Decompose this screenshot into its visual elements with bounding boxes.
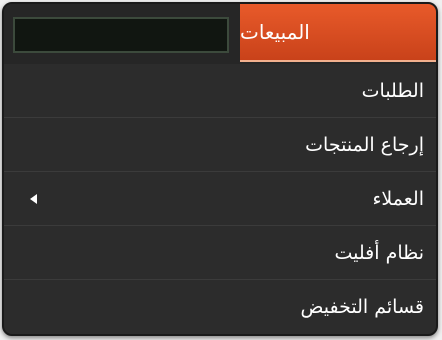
search-input[interactable] <box>13 17 229 53</box>
menu-item-product-returns[interactable]: إرجاع المنتجات <box>4 118 436 172</box>
sales-dropdown-menu: المبيعات الطلبات إرجاع المنتجات العملاء … <box>2 2 438 336</box>
menu-item-label: الطلبات <box>361 79 424 102</box>
menu-item-label: العملاء <box>372 187 425 210</box>
menu-items: الطلبات إرجاع المنتجات العملاء نظام أفلي… <box>4 64 436 334</box>
tab-sales[interactable]: المبيعات <box>240 4 436 62</box>
menu-item-customers[interactable]: العملاء <box>4 172 436 226</box>
menu-item-discount-coupons[interactable]: قسائم التخفيض <box>4 280 436 334</box>
submenu-arrow-icon <box>30 193 37 204</box>
menu-item-orders[interactable]: الطلبات <box>4 64 436 118</box>
menu-header: المبيعات <box>4 4 436 64</box>
menu-item-label: قسائم التخفيض <box>300 296 424 318</box>
tab-sales-label: المبيعات <box>240 20 310 44</box>
menu-item-affiliate-system[interactable]: نظام أفليت <box>4 226 436 280</box>
menu-item-label: نظام أفليت <box>334 241 424 264</box>
menu-item-label: إرجاع المنتجات <box>305 133 424 156</box>
